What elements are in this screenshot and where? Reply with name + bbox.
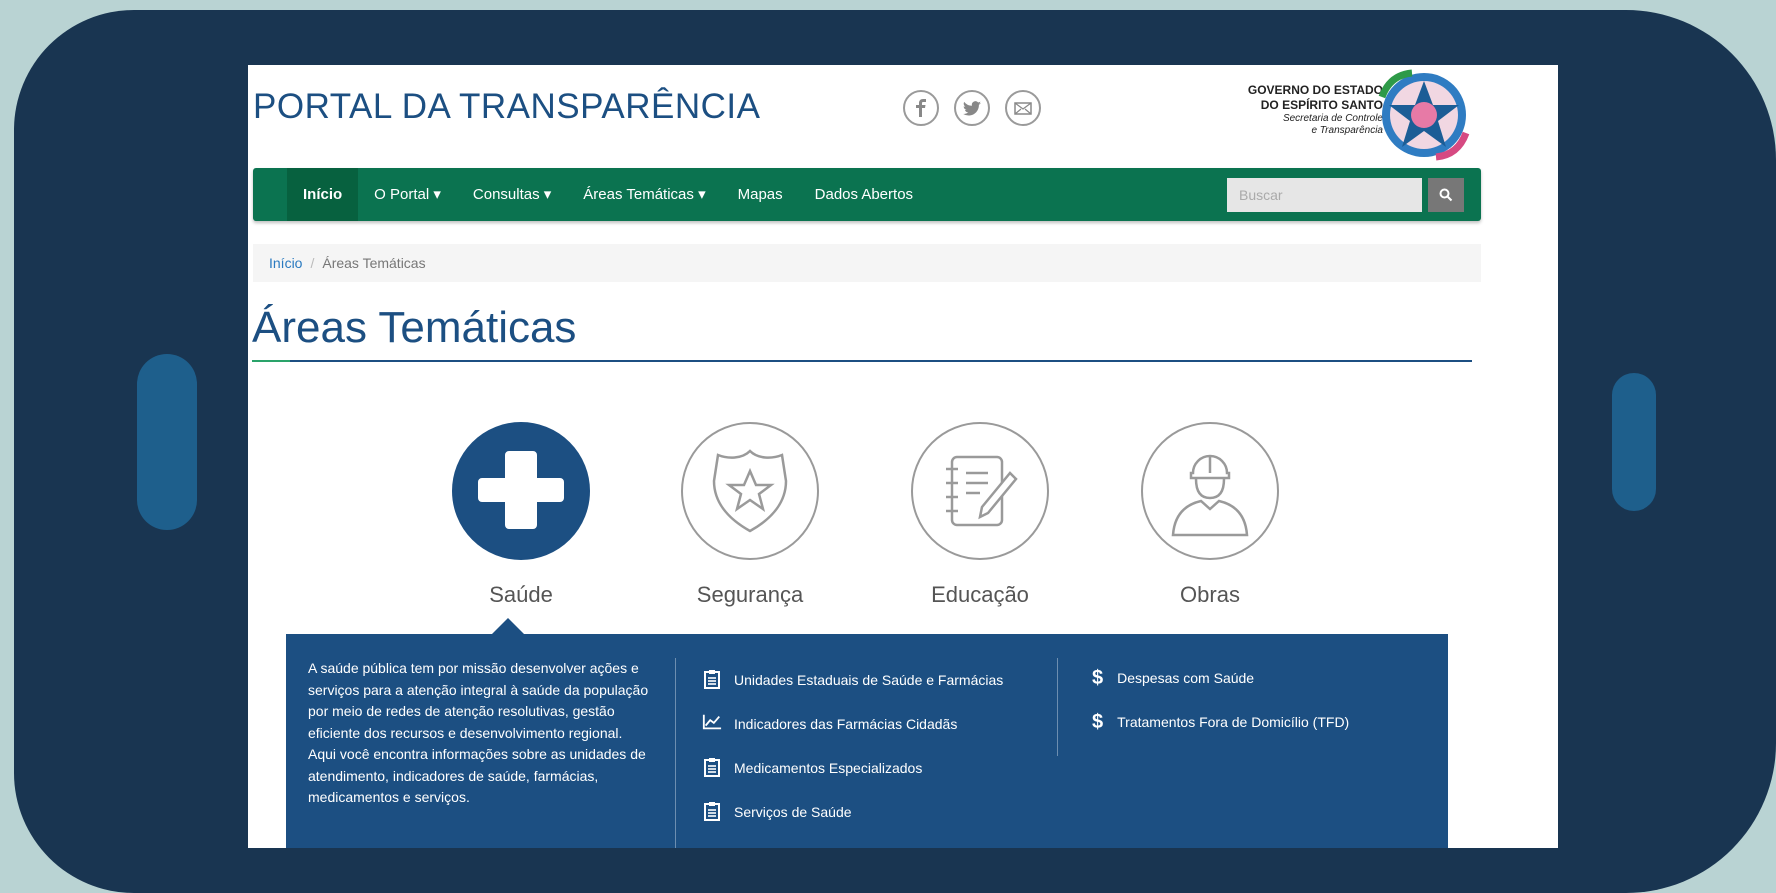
clipboard-icon xyxy=(702,669,722,689)
link-label: Despesas com Saúde xyxy=(1117,670,1255,686)
active-theme-pointer xyxy=(492,618,524,634)
plus-icon xyxy=(452,422,590,560)
nav-item-dados-abertos[interactable]: Dados Abertos xyxy=(799,168,929,221)
link-servicos-saude[interactable]: Serviços de Saúde xyxy=(702,801,1032,823)
clipboard-icon xyxy=(702,801,722,821)
nav-item-inicio[interactable]: Início xyxy=(287,168,359,221)
phone-screen: PORTAL DA TRANSPARÊNCIA GOVERNO DO ESTAD… xyxy=(248,65,1558,848)
theme-label: Educação xyxy=(931,582,1029,607)
panel-links-column-2: $ Despesas com Saúde $ Tratamentos Fora … xyxy=(1092,667,1349,755)
state-coat-of-arms-icon xyxy=(1376,67,1472,168)
worker-icon xyxy=(1141,422,1279,560)
search-button[interactable] xyxy=(1428,178,1464,212)
social-links xyxy=(903,90,1041,126)
theme-saude[interactable]: Saúde xyxy=(451,422,591,608)
facebook-icon[interactable] xyxy=(903,90,939,126)
site-title[interactable]: PORTAL DA TRANSPARÊNCIA xyxy=(253,87,760,127)
search-icon xyxy=(1439,188,1453,202)
theme-seguranca[interactable]: Segurança xyxy=(680,422,820,608)
line-chart-icon xyxy=(702,713,722,731)
nav-item-areas-tematicas[interactable]: Áreas Temáticas ▾ xyxy=(567,168,721,221)
title-divider-accent xyxy=(252,360,290,362)
theme-detail-panel: A saúde pública tem por missão desenvolv… xyxy=(286,634,1448,848)
breadcrumb-separator: / xyxy=(310,255,315,271)
link-label: Serviços de Saúde xyxy=(734,804,852,820)
link-label: Indicadores das Farmácias Cidadãs xyxy=(734,716,958,732)
main-navbar: Início O Portal ▾ Consultas ▾ Áreas Temá… xyxy=(253,168,1481,221)
nav-item-consultas[interactable]: Consultas ▾ xyxy=(457,168,567,221)
panel-divider xyxy=(675,658,676,848)
breadcrumb: Início / Áreas Temáticas xyxy=(253,244,1481,282)
theme-educacao[interactable]: Educação xyxy=(910,422,1050,608)
nav-menu: Início O Portal ▾ Consultas ▾ Áreas Temá… xyxy=(287,168,929,221)
phone-side-button-right xyxy=(1612,373,1656,511)
link-label: Unidades Estaduais de Saúde e Farmácias xyxy=(734,672,1004,688)
badge-icon xyxy=(681,422,819,560)
link-label: Tratamentos Fora de Domicílio (TFD) xyxy=(1117,714,1350,730)
panel-links-column-1: Unidades Estaduais de Saúde e Farmácias … xyxy=(702,669,1032,845)
theme-label: Segurança xyxy=(696,582,804,607)
gov-line-2: DO ESPÍRITO SANTO xyxy=(1260,98,1383,112)
panel-divider xyxy=(1057,658,1058,756)
email-icon[interactable] xyxy=(1005,90,1041,126)
theme-description: A saúde pública tem por missão desenvolv… xyxy=(308,660,649,805)
theme-label: Obras xyxy=(1180,582,1240,607)
nav-item-mapas[interactable]: Mapas xyxy=(722,168,799,221)
link-tratamentos-fora-domicilio[interactable]: $ Tratamentos Fora de Domicílio (TFD) xyxy=(1092,711,1349,733)
link-despesas-saude[interactable]: $ Despesas com Saúde xyxy=(1092,667,1349,689)
gov-line-1: GOVERNO DO ESTADO xyxy=(1247,83,1383,97)
government-logo-text: GOVERNO DO ESTADO DO ESPÍRITO SANTO Secr… xyxy=(1203,83,1383,137)
theme-label: Saúde xyxy=(489,582,553,607)
gov-line-4: e Transparência xyxy=(1311,125,1383,136)
phone-side-button-left xyxy=(137,354,197,530)
link-label: Medicamentos Especializados xyxy=(734,760,923,776)
search-input[interactable]: Buscar xyxy=(1227,178,1422,212)
page-title: Áreas Temáticas xyxy=(252,303,577,352)
breadcrumb-current: Áreas Temáticas xyxy=(322,255,426,271)
nav-item-o-portal[interactable]: O Portal ▾ xyxy=(358,168,457,221)
link-unidades-estaduais[interactable]: Unidades Estaduais de Saúde e Farmácias xyxy=(702,669,1032,691)
gov-line-3: Secretaria de Controle xyxy=(1282,113,1383,124)
breadcrumb-home-link[interactable]: Início xyxy=(269,255,302,271)
dollar-icon: $ xyxy=(1092,667,1104,689)
link-indicadores-farmacias[interactable]: Indicadores das Farmácias Cidadãs xyxy=(702,713,1032,735)
twitter-icon[interactable] xyxy=(954,90,990,126)
theme-obras[interactable]: Obras xyxy=(1140,422,1280,608)
notebook-icon xyxy=(911,422,1049,560)
clipboard-icon xyxy=(702,757,722,777)
link-medicamentos[interactable]: Medicamentos Especializados xyxy=(702,757,1032,779)
title-divider xyxy=(252,360,1472,362)
dollar-icon: $ xyxy=(1092,711,1104,733)
